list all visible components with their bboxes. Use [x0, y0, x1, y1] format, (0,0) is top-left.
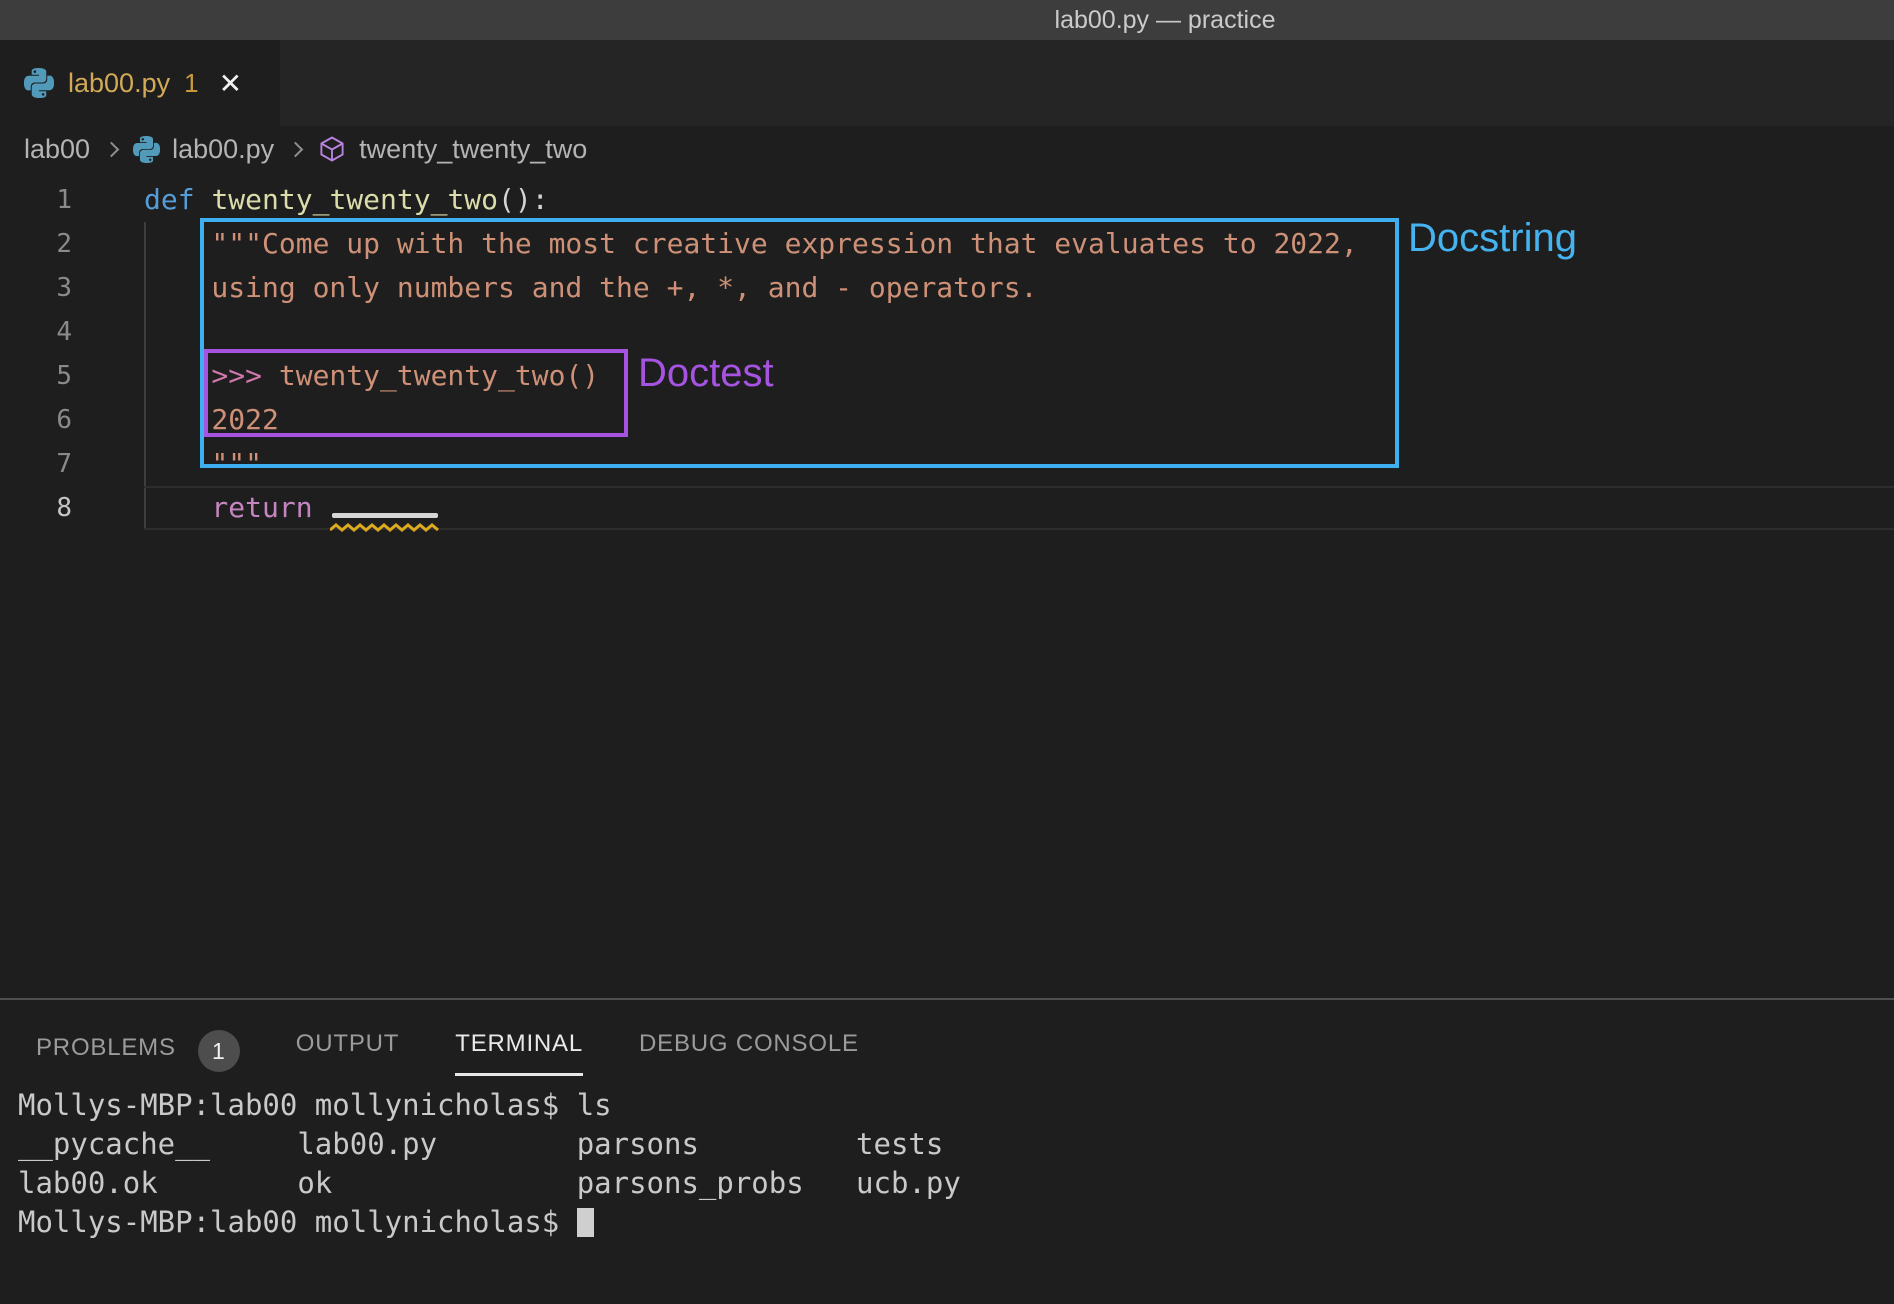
breadcrumb: lab00 lab00.py twenty_twenty_two [0, 126, 1894, 172]
breadcrumb-file[interactable]: lab00.py [172, 134, 274, 165]
line-number[interactable]: 7 [0, 442, 72, 486]
tab-terminal[interactable]: TERMINAL [455, 1030, 583, 1076]
chevron-right-icon [104, 141, 120, 157]
line-number[interactable]: 8 [0, 486, 72, 530]
code-token: twenty_twenty_two [211, 183, 498, 216]
window-title: lab00.py — practice [1055, 0, 1276, 40]
python-file-icon [24, 68, 54, 98]
doctest-annotation-label: Doctest [638, 351, 774, 395]
code-text[interactable]: def twenty_twenty_two(): [144, 178, 1894, 222]
chevron-right-icon [288, 141, 304, 157]
docstring-annotation-label: Docstring [1408, 216, 1577, 260]
breadcrumb-symbol[interactable]: twenty_twenty_two [359, 134, 587, 165]
tab-filename: lab00.py [68, 68, 170, 99]
terminal-cursor [577, 1208, 594, 1237]
tab-lab00-py[interactable]: lab00.py 1 ✕ [0, 40, 280, 126]
tab-problem-badge: 1 [184, 68, 198, 99]
line-number[interactable]: 5 [0, 354, 72, 398]
line-number[interactable]: 3 [0, 266, 72, 310]
missing-expression-underline [332, 513, 438, 518]
vscode-window: lab00.py — practice lab00.py 1 ✕ lab00 l… [0, 0, 1894, 1304]
editor-tab-bar: lab00.py 1 ✕ [0, 40, 1894, 126]
tab-debug-console-label: DEBUG CONSOLE [639, 1030, 859, 1076]
line-number[interactable]: 6 [0, 398, 72, 442]
terminal-output[interactable]: Mollys-MBP:lab00 mollynicholas$ ls __pyc… [18, 1086, 961, 1242]
code-line[interactable]: 1 def twenty_twenty_two(): [0, 178, 1894, 222]
tab-problems-label: PROBLEMS [36, 1034, 176, 1080]
code-token [195, 183, 212, 216]
code-token: def [144, 183, 195, 216]
tab-terminal-label: TERMINAL [455, 1030, 583, 1076]
code-token: return [144, 491, 313, 524]
tab-debug-console[interactable]: DEBUG CONSOLE [639, 1030, 859, 1076]
code-editor[interactable]: 1 def twenty_twenty_two(): 2 """Come up … [0, 172, 1894, 998]
problems-count-badge: 1 [198, 1030, 240, 1072]
bottom-panel: PROBLEMS 1 OUTPUT TERMINAL DEBUG CONSOLE… [0, 1000, 1894, 1304]
tab-output-label: OUTPUT [296, 1030, 399, 1076]
code-line-current[interactable]: 8 return [0, 486, 1894, 530]
doctest-annotation-box [204, 349, 628, 437]
breadcrumb-folder[interactable]: lab00 [24, 134, 90, 165]
line-number[interactable]: 1 [0, 178, 72, 222]
line-number[interactable]: 4 [0, 310, 72, 354]
tab-close-icon[interactable]: ✕ [219, 67, 242, 100]
line-number[interactable]: 2 [0, 222, 72, 266]
title-bar: lab00.py — practice [0, 0, 1894, 40]
symbol-class-icon [317, 134, 347, 164]
tab-output[interactable]: OUTPUT [296, 1030, 399, 1076]
warning-squiggle-icon [330, 519, 440, 537]
code-token: (): [498, 183, 549, 216]
python-file-icon [133, 136, 160, 163]
tab-problems[interactable]: PROBLEMS 1 [36, 1030, 240, 1084]
terminal-text: Mollys-MBP:lab00 mollynicholas$ ls __pyc… [18, 1088, 961, 1239]
panel-tab-bar: PROBLEMS 1 OUTPUT TERMINAL DEBUG CONSOLE [0, 1000, 1894, 1084]
